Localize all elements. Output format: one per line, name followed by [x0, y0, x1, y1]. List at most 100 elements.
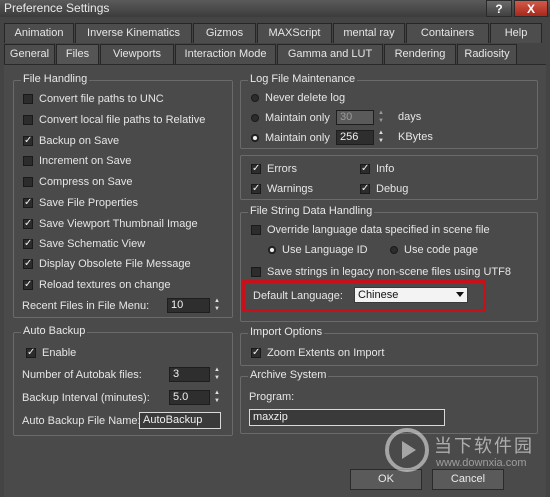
down-arrow-icon[interactable]: ▼ [213, 398, 221, 405]
radio-maintain-days[interactable]: Maintain only [251, 111, 330, 125]
option-label: Compress on Save [39, 176, 133, 188]
option-convert-relative[interactable]: Convert local file paths to Relative [23, 113, 205, 127]
radio-use-language-id[interactable]: Use Language ID [268, 243, 368, 257]
option-compress-on-save[interactable]: Compress on Save [23, 175, 133, 189]
tab-help[interactable]: Help [490, 23, 542, 43]
log-level-group: ✓ Errors ✓ Info ✓ Warnings ✓ Debug [240, 155, 538, 200]
tab-animation[interactable]: Animation [4, 23, 74, 43]
option-save-viewport-thumbnail[interactable]: ✓ Save Viewport Thumbnail Image [23, 217, 198, 231]
option-display-obsolete[interactable]: ✓ Display Obsolete File Message [23, 257, 191, 271]
option-convert-unc[interactable]: Convert file paths to UNC [23, 92, 164, 106]
days-spinner-arrows[interactable]: ▲ ▼ [377, 110, 385, 125]
radio-use-code-page[interactable]: Use code page [390, 243, 478, 257]
backup-interval-spinner[interactable]: 5.0 [169, 390, 210, 405]
backup-name-label: Auto Backup File Name: [22, 415, 141, 427]
checkbox[interactable] [23, 115, 33, 125]
auto-backup-enable[interactable]: ✓ Enable [26, 346, 76, 360]
radio[interactable] [390, 246, 398, 254]
radio[interactable] [251, 114, 259, 122]
archive-system-title: Archive System [248, 369, 329, 381]
watermark-url: www.downxia.com [436, 457, 527, 469]
radio-never-delete[interactable]: Never delete log [251, 91, 345, 105]
cancel-button[interactable]: Cancel [432, 469, 504, 490]
tab-viewports[interactable]: Viewports [100, 44, 174, 64]
days-spinner[interactable]: 30 [336, 110, 374, 125]
autobak-count-spinner[interactable]: 3 [169, 367, 210, 382]
tab-maxscript[interactable]: MAXScript [257, 23, 332, 43]
tab-gamma-and-lut[interactable]: Gamma and LUT [277, 44, 383, 64]
backup-interval-arrows[interactable]: ▲ ▼ [213, 390, 221, 405]
checkbox-checked[interactable]: ✓ [251, 164, 261, 174]
checkbox-checked[interactable]: ✓ [251, 348, 261, 358]
checkbox-checked[interactable]: ✓ [23, 280, 33, 290]
checkbox-checked[interactable]: ✓ [360, 184, 370, 194]
option-label: Save Viewport Thumbnail Image [39, 218, 198, 230]
recent-files-spinner-arrows[interactable]: ▲ ▼ [213, 298, 221, 313]
help-button[interactable]: ? [486, 0, 512, 17]
down-arrow-icon[interactable]: ▼ [213, 306, 221, 313]
option-label: Save Schematic View [39, 238, 146, 250]
up-arrow-icon[interactable]: ▲ [377, 130, 385, 137]
checkbox-checked[interactable]: ✓ [23, 219, 33, 229]
option-label: Use code page [404, 244, 478, 256]
up-arrow-icon[interactable]: ▲ [213, 390, 221, 397]
tab-rendering[interactable]: Rendering [384, 44, 456, 64]
watermark-logo-icon [385, 428, 429, 472]
log-errors[interactable]: ✓ Errors [251, 162, 297, 176]
tab-general[interactable]: General [4, 44, 55, 64]
default-language-select[interactable]: Chinese [354, 287, 468, 303]
backup-name-input[interactable]: AutoBackup [139, 412, 221, 429]
chevron-down-icon[interactable] [456, 292, 464, 297]
checkbox-checked[interactable]: ✓ [23, 136, 33, 146]
kbytes-spinner[interactable]: 256 [336, 130, 374, 145]
zoom-extents-on-import[interactable]: ✓ Zoom Extents on Import [251, 346, 384, 360]
log-warnings[interactable]: ✓ Warnings [251, 182, 313, 196]
checkbox[interactable] [23, 156, 33, 166]
tab-interaction-mode[interactable]: Interaction Mode [175, 44, 276, 64]
option-save-schematic-view[interactable]: ✓ Save Schematic View [23, 237, 145, 251]
option-label: Reload textures on change [39, 279, 171, 291]
radio-selected[interactable] [251, 134, 259, 142]
down-arrow-icon[interactable]: ▼ [377, 138, 385, 145]
up-arrow-icon[interactable]: ▲ [213, 298, 221, 305]
checkbox-checked[interactable]: ✓ [251, 184, 261, 194]
up-arrow-icon[interactable]: ▲ [213, 367, 221, 374]
up-arrow-icon[interactable]: ▲ [377, 110, 385, 117]
checkbox-checked[interactable]: ✓ [23, 259, 33, 269]
tab-mental-ray[interactable]: mental ray [333, 23, 405, 43]
down-arrow-icon[interactable]: ▼ [213, 375, 221, 382]
autobak-count-arrows[interactable]: ▲ ▼ [213, 367, 221, 382]
program-input[interactable]: maxzip [249, 409, 445, 426]
kbytes-spinner-arrows[interactable]: ▲ ▼ [377, 130, 385, 145]
log-debug[interactable]: ✓ Debug [360, 182, 408, 196]
tab-gizmos[interactable]: Gizmos [193, 23, 256, 43]
option-increment-on-save[interactable]: Increment on Save [23, 154, 131, 168]
legacy-utf8[interactable]: Save strings in legacy non-scene files u… [251, 265, 511, 279]
checkbox[interactable] [251, 267, 261, 277]
checkbox-checked[interactable]: ✓ [23, 198, 33, 208]
checkbox-checked[interactable]: ✓ [23, 239, 33, 249]
recent-files-spinner[interactable]: 10 [167, 298, 210, 313]
option-label: Enable [42, 347, 77, 359]
option-save-file-properties[interactable]: ✓ Save File Properties [23, 196, 138, 210]
option-backup-on-save[interactable]: ✓ Backup on Save [23, 134, 119, 148]
down-arrow-icon[interactable]: ▼ [377, 118, 385, 125]
radio-selected[interactable] [268, 246, 276, 254]
tab-radiosity[interactable]: Radiosity [457, 44, 517, 64]
option-reload-textures[interactable]: ✓ Reload textures on change [23, 278, 170, 292]
radio[interactable] [251, 94, 259, 102]
radio-maintain-kbytes[interactable]: Maintain only [251, 131, 330, 145]
tab-files[interactable]: Files [56, 44, 99, 65]
files-tab-panel: File Handling Convert file paths to UNC … [4, 64, 546, 497]
override-language[interactable]: Override language data specified in scen… [251, 223, 490, 237]
checkbox[interactable] [23, 94, 33, 104]
checkbox[interactable] [23, 177, 33, 187]
close-button[interactable]: X [514, 0, 548, 17]
checkbox-checked[interactable]: ✓ [26, 348, 36, 358]
file-handling-title: File Handling [21, 73, 90, 85]
log-info[interactable]: ✓ Info [360, 162, 394, 176]
tab-inverse-kinematics[interactable]: Inverse Kinematics [75, 23, 192, 43]
checkbox-checked[interactable]: ✓ [360, 164, 370, 174]
tab-containers[interactable]: Containers [406, 23, 489, 43]
checkbox[interactable] [251, 225, 261, 235]
